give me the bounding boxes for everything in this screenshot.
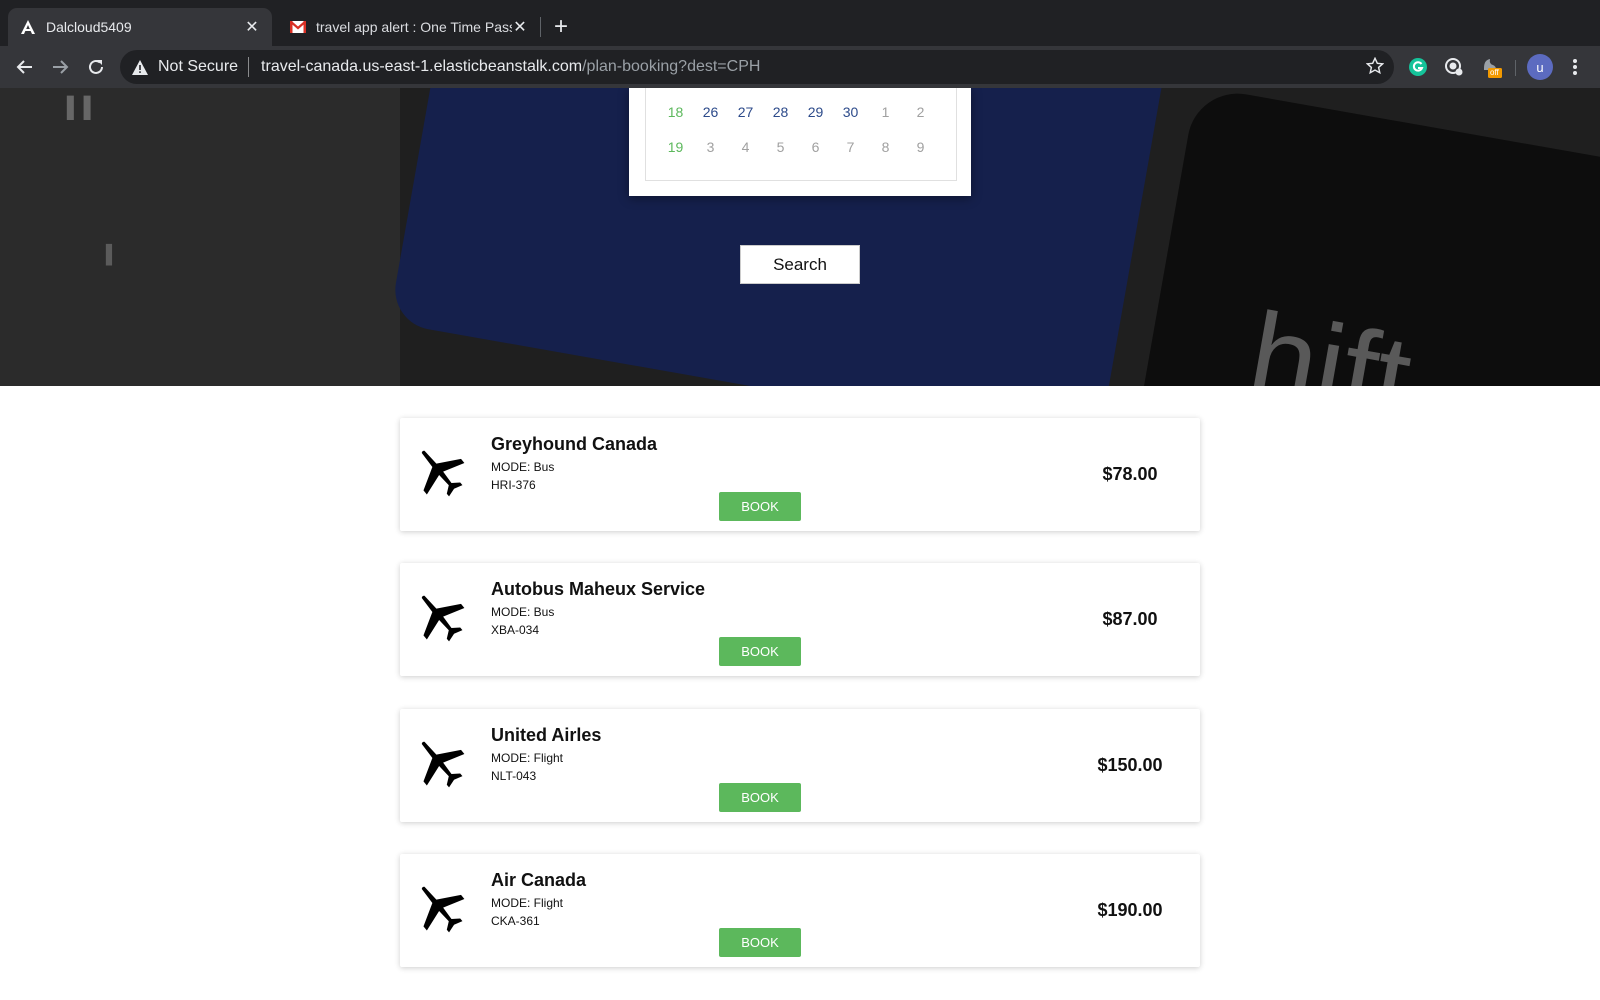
- url-host: travel-canada.us-east-1.elasticbeanstalk…: [261, 58, 583, 75]
- calendar-week-row: 19 3 4 5 6 7 8 9: [646, 137, 956, 157]
- url-path: /plan-booking?dest=CPH: [582, 58, 761, 75]
- result-card: Greyhound Canada MODE: Bus HRI-376 BOOK …: [400, 418, 1200, 531]
- calendar-day[interactable]: 30: [833, 102, 868, 122]
- close-tab-icon[interactable]: ✕: [512, 17, 528, 37]
- airplane-icon: [421, 595, 465, 642]
- calendar-day[interactable]: 4: [728, 137, 763, 157]
- book-button[interactable]: BOOK: [719, 928, 801, 957]
- profile-avatar[interactable]: u: [1527, 54, 1553, 80]
- book-button[interactable]: BOOK: [719, 492, 801, 521]
- calendar-day[interactable]: 27: [728, 102, 763, 122]
- address-bar[interactable]: Not Secure travel-canada.us-east-1.elast…: [120, 50, 1394, 84]
- airplane-icon: [421, 741, 465, 788]
- extension-off-icon[interactable]: off: [1478, 54, 1504, 80]
- date-picker: 18 26 27 28 29 30 1 2 19 3 4 5 6 7 8 9: [629, 88, 971, 196]
- trip-code: HRI-376: [491, 478, 536, 492]
- calendar-day[interactable]: 2: [903, 102, 938, 122]
- calendar-day[interactable]: 5: [763, 137, 798, 157]
- gmail-icon: [290, 19, 306, 35]
- forward-icon[interactable]: [45, 52, 75, 82]
- warning-icon[interactable]: [132, 58, 150, 76]
- tab-separator: [540, 17, 541, 37]
- calendar-week-row: 18 26 27 28 29 30 1 2: [646, 102, 956, 122]
- calendar-day[interactable]: 26: [693, 102, 728, 122]
- result-card: United Airles MODE: Flight NLT-043 BOOK …: [400, 709, 1200, 822]
- operator-name: United Airles: [491, 725, 602, 745]
- tab-title: travel app alert : One Time Passw: [316, 19, 512, 35]
- new-tab-icon[interactable]: +: [554, 12, 568, 42]
- angular-icon: [20, 19, 36, 35]
- operator-name: Air Canada: [491, 870, 587, 890]
- week-number: 18: [667, 104, 684, 120]
- result-card: Air Canada MODE: Flight CKA-361 BOOK $19…: [400, 854, 1200, 967]
- reload-icon[interactable]: [81, 52, 111, 82]
- back-icon[interactable]: [10, 52, 40, 82]
- hero-banner: " ' hift 18 26 27 28 29 30 1 2 19 3 4 5 …: [0, 88, 1600, 386]
- trip-code: CKA-361: [491, 914, 540, 928]
- book-button[interactable]: BOOK: [719, 637, 801, 666]
- grammarly-icon[interactable]: [1405, 54, 1431, 80]
- tab-dalcloud[interactable]: Dalcloud5409 ✕: [8, 8, 272, 46]
- security-status: Not Secure: [158, 58, 239, 75]
- travel-mode: MODE: Bus: [491, 605, 555, 619]
- travel-mode: MODE: Flight: [491, 896, 564, 910]
- extension-icon[interactable]: [1441, 54, 1467, 80]
- calendar-day[interactable]: 6: [798, 137, 833, 157]
- travel-mode: MODE: Bus: [491, 460, 555, 474]
- tab-gmail[interactable]: travel app alert : One Time Passw ✕: [278, 8, 540, 46]
- calendar-day[interactable]: 28: [763, 102, 798, 122]
- operator-name: Greyhound Canada: [491, 434, 658, 454]
- menu-kebab-icon[interactable]: [1562, 54, 1588, 80]
- result-card: Autobus Maheux Service MODE: Bus XBA-034…: [400, 563, 1200, 676]
- price: $78.00: [1102, 464, 1158, 484]
- price: $150.00: [1097, 755, 1163, 775]
- calendar-day[interactable]: 1: [868, 102, 903, 122]
- close-tab-icon[interactable]: ✕: [244, 17, 260, 37]
- bookmark-star-icon[interactable]: [1365, 56, 1385, 80]
- calendar-day[interactable]: 8: [868, 137, 903, 157]
- calendar-day[interactable]: 7: [833, 137, 868, 157]
- extension-badge: off: [1490, 68, 1499, 77]
- browser-toolbar: Not Secure travel-canada.us-east-1.elast…: [0, 46, 1600, 88]
- search-button[interactable]: Search: [740, 245, 860, 284]
- tab-title: Dalcloud5409: [46, 19, 132, 35]
- price: $190.00: [1097, 900, 1163, 920]
- calendar-day[interactable]: 29: [798, 102, 833, 122]
- week-number: 19: [667, 139, 684, 155]
- calendar-day[interactable]: 9: [903, 137, 938, 157]
- trip-code: XBA-034: [491, 623, 540, 637]
- book-button[interactable]: BOOK: [719, 783, 801, 812]
- travel-mode: MODE: Flight: [491, 751, 564, 765]
- airplane-icon: [421, 450, 465, 497]
- calendar-day[interactable]: 3: [693, 137, 728, 157]
- price: $87.00: [1102, 609, 1158, 629]
- trip-code: NLT-043: [491, 769, 537, 783]
- browser-tab-bar: Dalcloud5409 ✕ travel app alert : One Ti…: [0, 0, 1600, 46]
- airplane-icon: [421, 886, 465, 933]
- operator-name: Autobus Maheux Service: [491, 579, 706, 599]
